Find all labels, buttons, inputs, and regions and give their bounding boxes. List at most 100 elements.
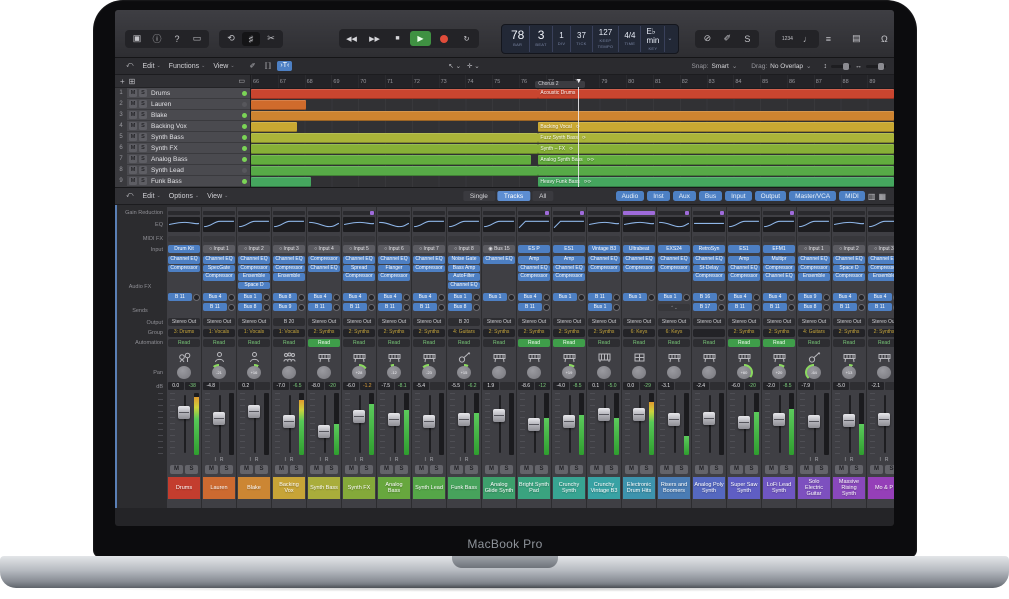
fader-cap[interactable] bbox=[528, 418, 540, 431]
solo-button[interactable]: S bbox=[255, 465, 268, 474]
input-button[interactable]: EXS24 bbox=[658, 245, 690, 253]
solo-button[interactable]: S bbox=[139, 122, 147, 130]
output-slot[interactable]: Stereo Out bbox=[693, 318, 725, 327]
mute-button[interactable]: M bbox=[129, 111, 137, 119]
group-button[interactable]: 2: Synths bbox=[588, 329, 620, 337]
automation-mode-button[interactable]: Read bbox=[658, 339, 690, 347]
send-knob[interactable] bbox=[333, 304, 340, 311]
solo-button[interactable]: S bbox=[139, 166, 147, 174]
mute-button[interactable]: M bbox=[485, 465, 498, 474]
automation-slot[interactable]: Read bbox=[238, 339, 270, 347]
automation-slot[interactable]: Read bbox=[868, 339, 894, 347]
midi-fx-slot[interactable] bbox=[448, 234, 480, 243]
fader-value[interactable]: -7.0 bbox=[273, 382, 289, 390]
fader-value[interactable]: -7.5 bbox=[378, 382, 394, 390]
group-button[interactable]: 2: Synths bbox=[413, 329, 445, 337]
audio-fx-button[interactable]: Amp bbox=[518, 256, 550, 264]
audio-fx-button[interactable]: Channel EQ bbox=[763, 273, 795, 281]
send-slot[interactable]: Bus 1 bbox=[658, 293, 690, 301]
solo-button[interactable]: S bbox=[640, 465, 653, 474]
solo-button[interactable]: S bbox=[139, 100, 147, 108]
pan-knob-face[interactable] bbox=[282, 366, 296, 379]
solo-icon[interactable]: S bbox=[738, 32, 756, 46]
send-knob[interactable] bbox=[788, 294, 795, 301]
output-button[interactable]: Stereo Out bbox=[413, 318, 445, 326]
input-button[interactable]: Vintage B3 bbox=[588, 245, 620, 253]
filter-bus-button[interactable]: Bus bbox=[699, 191, 722, 201]
global-tracks-button[interactable]: ▭ bbox=[238, 77, 245, 85]
automation-slot[interactable]: Read bbox=[168, 339, 200, 347]
send-button[interactable]: Bus 1 bbox=[448, 293, 472, 301]
input-monitor-button[interactable]: I bbox=[284, 457, 285, 464]
volume-fader[interactable] bbox=[633, 393, 646, 455]
volume-fader[interactable] bbox=[353, 393, 366, 455]
fader-cap[interactable] bbox=[598, 408, 610, 421]
eq-thumbnail[interactable] bbox=[203, 217, 235, 232]
automation-mode-button[interactable]: Read bbox=[728, 339, 760, 347]
output-button[interactable]: Stereo Out bbox=[308, 318, 340, 326]
group-button[interactable]: 2: Synths bbox=[483, 329, 515, 337]
send-knob[interactable] bbox=[368, 294, 375, 301]
volume-fader[interactable] bbox=[598, 393, 611, 455]
track-header[interactable]: 2MSLauren bbox=[115, 99, 250, 109]
fader-value[interactable]: -2.0 bbox=[763, 382, 779, 390]
pan-knob-face[interactable]: +19 bbox=[562, 366, 576, 379]
send-button[interactable]: B 11 bbox=[728, 303, 752, 311]
mixer-menu-edit[interactable]: Edit⌄ bbox=[142, 193, 160, 200]
volume-fader[interactable] bbox=[493, 393, 506, 455]
group-slot[interactable]: 2: Synths bbox=[868, 329, 894, 337]
library-icon[interactable]: ⟲ bbox=[222, 32, 240, 46]
input-slot[interactable]: ○ Input 3 bbox=[273, 245, 305, 254]
playhead-pin[interactable]: ▼ bbox=[575, 78, 582, 86]
pan-knob[interactable] bbox=[665, 364, 683, 381]
rewind-button[interactable]: ◀◀ bbox=[341, 31, 362, 46]
mute-button[interactable]: M bbox=[765, 465, 778, 474]
send-slot[interactable]: Bus 4 bbox=[868, 293, 894, 301]
send-slot[interactable]: B 11 bbox=[378, 303, 410, 311]
output-button[interactable]: Stereo Out bbox=[553, 318, 585, 326]
audio-fx-button[interactable]: Multipr bbox=[763, 256, 795, 264]
output-button[interactable]: Stereo Out bbox=[238, 318, 270, 326]
view-single-button[interactable]: Single bbox=[463, 191, 495, 201]
eq-thumbnail[interactable] bbox=[728, 217, 760, 232]
pan-knob-face[interactable] bbox=[702, 366, 716, 379]
send-knob[interactable] bbox=[403, 304, 410, 311]
mute-button[interactable]: M bbox=[129, 144, 137, 152]
group-slot[interactable]: 2: Synths bbox=[518, 329, 550, 337]
send-knob[interactable] bbox=[753, 294, 760, 301]
send-button[interactable]: Bus 4 bbox=[868, 293, 892, 301]
solo-button[interactable]: S bbox=[675, 465, 688, 474]
send-slot[interactable]: Bus 4 bbox=[343, 293, 375, 301]
output-button[interactable]: Stereo Out bbox=[693, 318, 725, 326]
eq-thumbnail[interactable] bbox=[553, 217, 585, 232]
automation-slot[interactable]: Read bbox=[203, 339, 235, 347]
input-monitor-button[interactable]: I bbox=[389, 457, 390, 464]
group-button[interactable]: 2: Synths bbox=[308, 329, 340, 337]
fader-value[interactable]: -8.6 bbox=[518, 382, 534, 390]
zoom-slider-thumb[interactable] bbox=[843, 63, 849, 70]
output-slot[interactable]: Stereo Out bbox=[798, 318, 830, 327]
fader-cap[interactable] bbox=[843, 414, 855, 427]
send-button[interactable]: Bus 4 bbox=[413, 293, 437, 301]
send-button[interactable]: Bus 1 bbox=[623, 293, 647, 301]
output-slot[interactable]: Stereo Out bbox=[518, 318, 550, 327]
list-editors-icon[interactable]: ≡ bbox=[819, 32, 837, 46]
automation-mode-button[interactable]: Read bbox=[518, 339, 550, 347]
midi-fx-slot[interactable] bbox=[203, 234, 235, 243]
volume-fader[interactable] bbox=[248, 393, 261, 455]
automation-slot[interactable]: Read bbox=[378, 339, 410, 347]
group-button[interactable]: 6: Keys bbox=[658, 329, 690, 337]
audio-fx-button[interactable]: Channel EQ bbox=[448, 282, 480, 290]
strip-name-label[interactable]: Backing Vox bbox=[273, 477, 305, 499]
record-enable-button[interactable]: R bbox=[290, 457, 294, 464]
automation-slot[interactable]: Read bbox=[833, 339, 865, 347]
strip-name-label[interactable]: Solo Electric Guitar bbox=[798, 477, 830, 499]
tuner-icon[interactable]: ⊘ bbox=[698, 32, 716, 46]
audio-fx-button[interactable]: SpecGate bbox=[203, 265, 235, 273]
automation-slot[interactable]: Read bbox=[448, 339, 480, 347]
automation-mode-button[interactable]: Read bbox=[238, 339, 270, 347]
audio-fx-button[interactable]: Ensemble bbox=[798, 273, 830, 281]
strip-name-label[interactable]: LoFi Lead Synth bbox=[763, 477, 795, 499]
track-header[interactable]: 8MSSynth Lead bbox=[115, 165, 250, 175]
send-slot[interactable]: B 17 bbox=[693, 303, 725, 311]
